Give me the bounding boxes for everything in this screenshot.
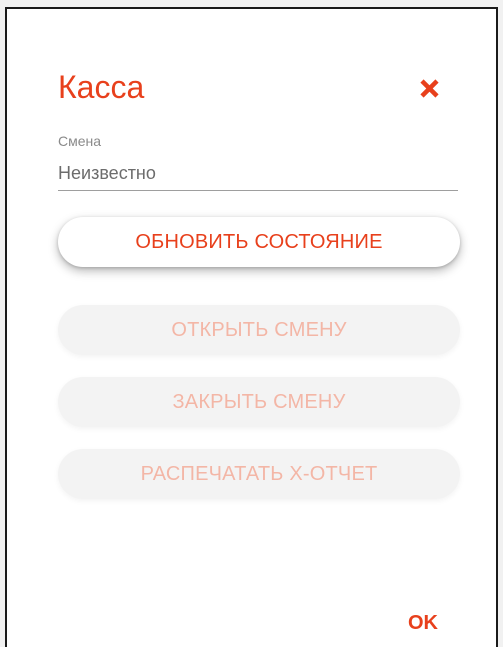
- close-shift-button[interactable]: ЗАКРЫТЬ СМЕНУ: [58, 377, 460, 427]
- shift-field: Смена: [58, 133, 458, 203]
- close-button[interactable]: [415, 73, 445, 103]
- shift-status-input[interactable]: [58, 157, 458, 191]
- shift-field-label: Смена: [58, 133, 102, 149]
- print-x-report-button[interactable]: РАСПЕЧАТАТЬ X-ОТЧЕТ: [58, 449, 460, 499]
- ok-button[interactable]: OK: [408, 612, 438, 635]
- close-icon: [420, 79, 439, 98]
- dialog-title: Касса: [58, 69, 145, 105]
- refresh-status-button[interactable]: ОБНОВИТЬ СОСТОЯНИЕ: [58, 217, 460, 267]
- kassa-dialog: Касса Смена ОБНОВИТЬ СОСТОЯНИЕ ОТКРЫТЬ С…: [5, 7, 498, 647]
- open-shift-button[interactable]: ОТКРЫТЬ СМЕНУ: [58, 305, 460, 355]
